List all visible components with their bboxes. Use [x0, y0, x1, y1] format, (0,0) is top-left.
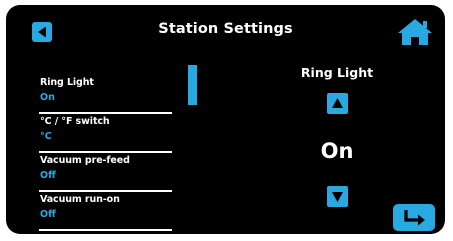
enter-button[interactable]: [393, 204, 435, 231]
setting-value: Off: [40, 170, 56, 181]
home-button[interactable]: [397, 18, 433, 46]
station-settings-screen: Station Settings Ring Light On °C / °F s…: [6, 5, 445, 234]
setting-name: °C / °F switch: [40, 116, 110, 127]
setting-name: Ring Light: [40, 77, 94, 88]
setting-name: Vacuum run-on: [40, 194, 120, 205]
detail-value: On: [320, 139, 354, 163]
enter-icon: [404, 210, 425, 226]
setting-item-vacuum-pre-feed[interactable]: Vacuum pre-feed Off: [39, 153, 172, 192]
setting-item-ring-light[interactable]: Ring Light On: [39, 75, 172, 114]
list-scrollbar[interactable]: [188, 65, 197, 105]
setting-value: °C: [40, 131, 52, 142]
home-icon: [398, 19, 432, 45]
setting-name: Vacuum pre-feed: [40, 155, 130, 166]
setting-item-temperature-unit[interactable]: °C / °F switch °C: [39, 114, 172, 153]
arrow-down-icon: [332, 192, 343, 202]
arrow-up-icon: [332, 98, 343, 108]
detail-title: Ring Light: [300, 65, 374, 80]
page-title: Station Settings: [158, 21, 293, 37]
settings-list: Ring Light On °C / °F switch °C Vacuum p…: [39, 75, 172, 231]
setting-item-vacuum-run-on[interactable]: Vacuum run-on Off: [39, 192, 172, 231]
increase-button[interactable]: [327, 93, 348, 114]
decrease-button[interactable]: [327, 186, 348, 207]
setting-value: On: [40, 92, 55, 103]
setting-value: Off: [40, 209, 56, 220]
